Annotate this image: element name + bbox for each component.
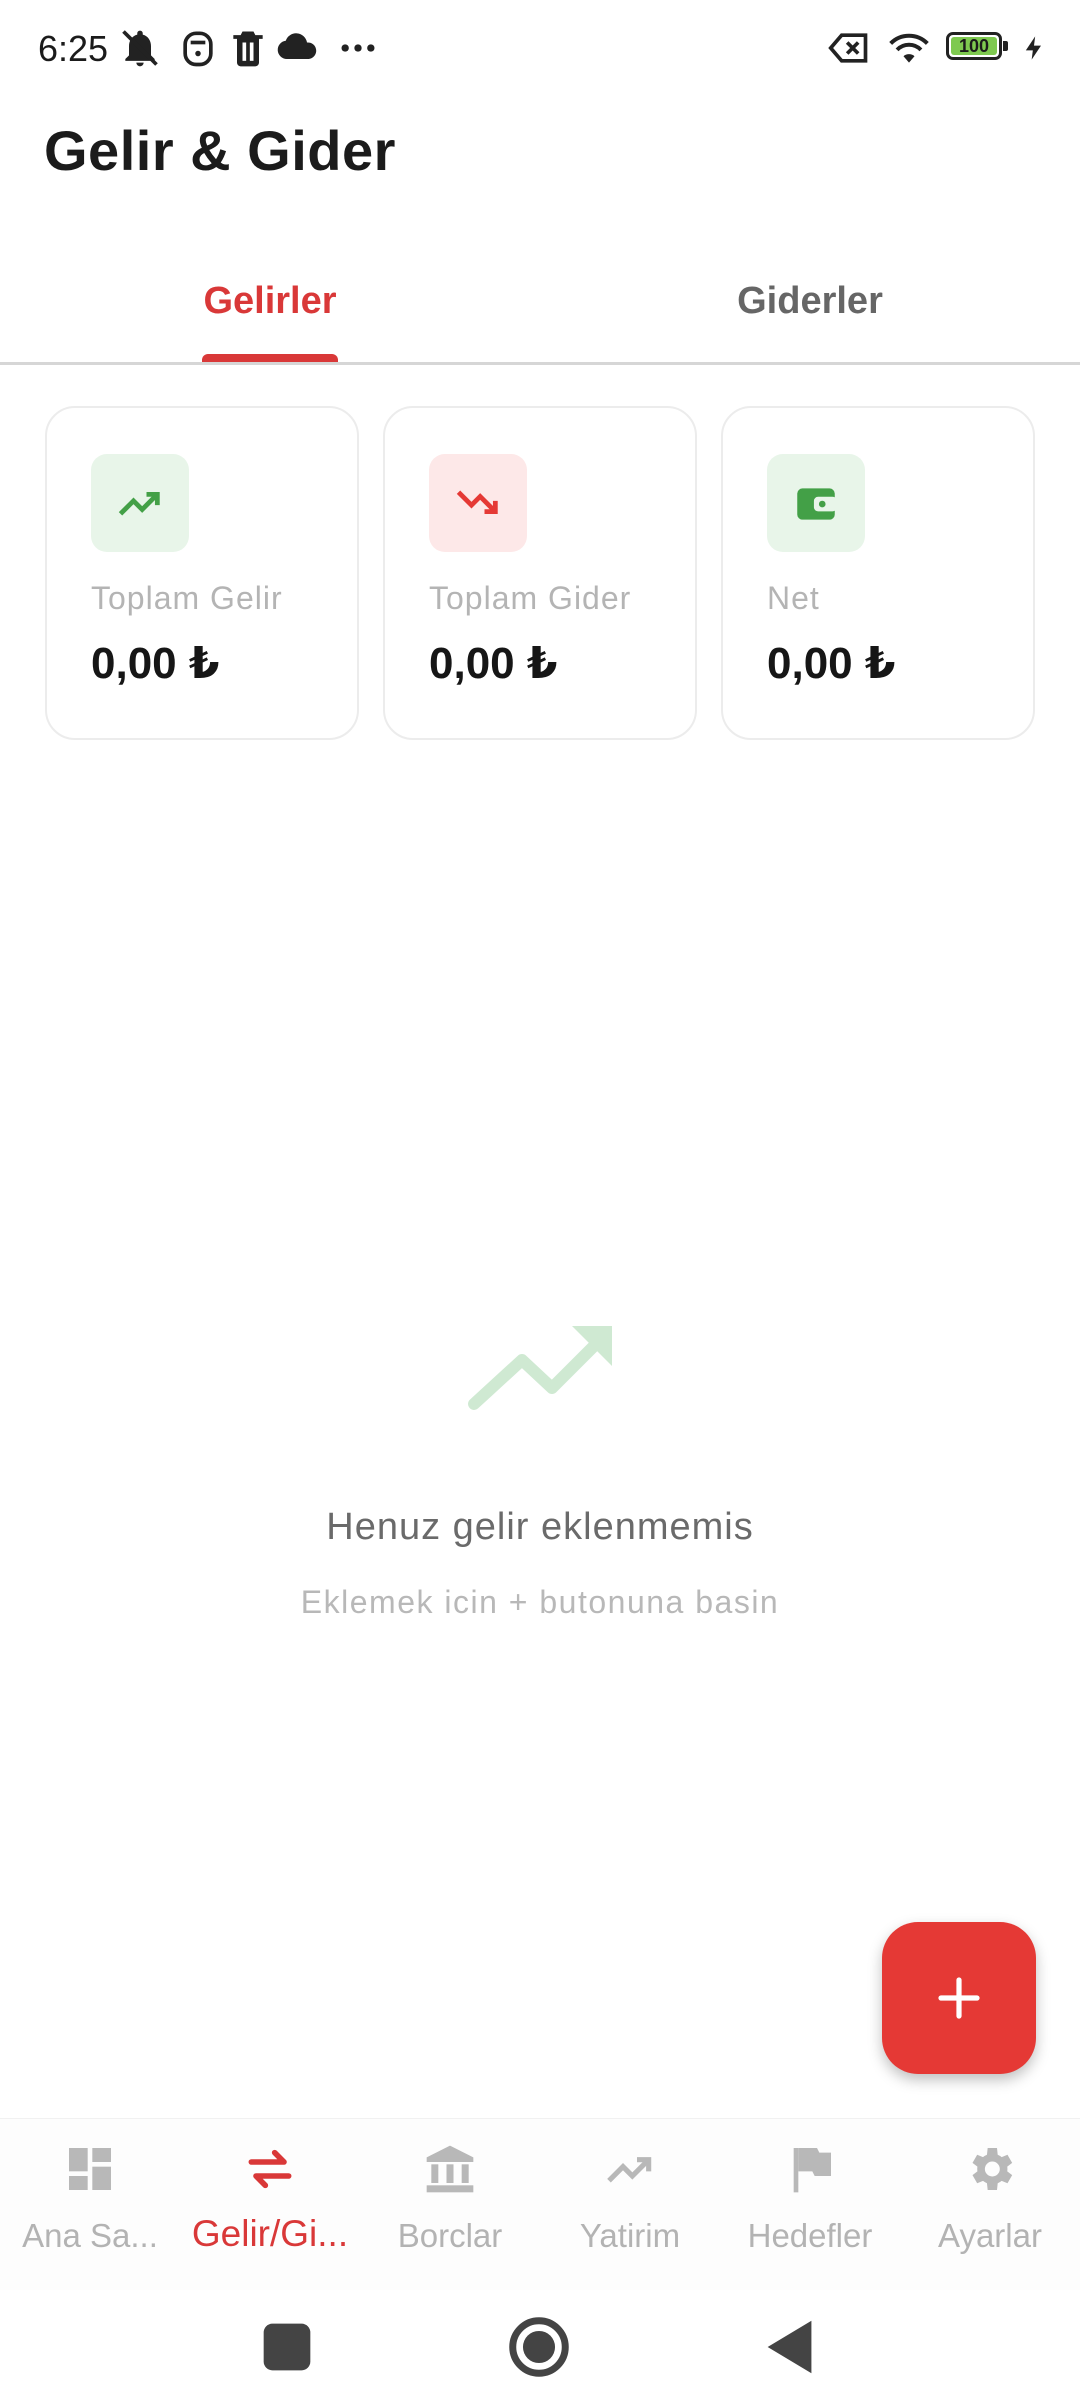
more-dots-icon — [341, 44, 375, 52]
summary-card-expense: Toplam Gider 0,00 ₺ — [383, 406, 697, 740]
bank-icon — [426, 2145, 474, 2193]
summary-card-income: Toplam Gelir 0,00 ₺ — [45, 406, 359, 740]
nav-label: Gelir/Gi... — [191, 2213, 349, 2254]
cloud-icon — [277, 33, 317, 59]
swap-arrows-icon — [248, 2149, 292, 2189]
card-value: 0,00 ₺ — [91, 639, 220, 688]
system-nav-bar — [0, 2290, 1080, 2408]
wallet-icon — [797, 488, 837, 520]
tab-bar: Gelirler Giderler — [0, 240, 1080, 365]
card-label: Toplam Gider — [429, 580, 632, 616]
trash-icon — [233, 31, 263, 67]
flag-icon — [793, 2148, 831, 2193]
nav-label: Hedefler — [747, 2217, 873, 2254]
bell-muted-icon — [122, 30, 158, 67]
nav-item-ana-sayfa[interactable]: Ana Sa... — [0, 2119, 180, 2291]
nav-item-ayarlar[interactable]: Ayarlar — [900, 2119, 1080, 2291]
recents-button[interactable] — [252, 2312, 322, 2382]
nav-label: Yatirim — [579, 2217, 681, 2254]
empty-state-title: Henuz gelir eklenmemis — [326, 1506, 754, 1548]
no-sim-icon — [828, 33, 868, 63]
status-time: 6:25 — [38, 28, 109, 69]
tab-giderler[interactable]: Giderler — [540, 240, 1080, 362]
bottom-nav: Ana Sa... Gelir/Gi... Borclar Yatirim He… — [0, 2118, 1080, 2291]
nav-label: Ayarlar — [938, 2217, 1042, 2254]
battery-level: 100 — [958, 35, 990, 56]
nav-item-yatirim[interactable]: Yatirim — [540, 2119, 720, 2291]
settings-gear-icon — [972, 2148, 1013, 2190]
card-label: Toplam Gelir — [91, 580, 283, 616]
charging-icon — [1025, 36, 1041, 60]
nav-item-hedefler[interactable]: Hedefler — [720, 2119, 900, 2291]
tab-indicator — [202, 354, 338, 362]
add-button[interactable] — [882, 1922, 1036, 2074]
tab-gelirler[interactable]: Gelirler — [0, 240, 540, 362]
trending-up-icon — [468, 1326, 612, 1410]
nav-label: Borclar — [397, 2217, 503, 2254]
card-icon-bg — [767, 454, 865, 552]
card-icon-bg — [91, 454, 189, 552]
status-bar: 6:25 100 — [0, 0, 1080, 96]
dashboard-icon — [69, 2148, 111, 2190]
nav-item-gelir-gider[interactable]: Gelir/Gi... — [180, 2119, 360, 2291]
home-button[interactable] — [504, 2312, 574, 2382]
battery-icon: 100 — [946, 32, 1010, 64]
nav-label: Ana Sa... — [22, 2217, 158, 2254]
face-icon — [183, 31, 213, 67]
summary-card-net: Net 0,00 ₺ — [721, 406, 1035, 740]
nav-item-borclar[interactable]: Borclar — [360, 2119, 540, 2291]
page-title: Gelir & Gider — [44, 119, 396, 182]
plus-icon — [938, 1977, 980, 2019]
trending-up-icon — [607, 2157, 652, 2183]
empty-state-subtitle: Eklemek icin + butonuna basin — [300, 1584, 780, 1620]
card-value: 0,00 ₺ — [767, 639, 896, 688]
card-value: 0,00 ₺ — [429, 639, 558, 688]
card-icon-bg — [429, 454, 527, 552]
card-label: Net — [767, 580, 820, 616]
wifi-icon — [889, 33, 929, 63]
back-button[interactable] — [756, 2312, 826, 2382]
trending-up-icon — [118, 491, 160, 516]
trending-down-icon — [456, 490, 498, 515]
